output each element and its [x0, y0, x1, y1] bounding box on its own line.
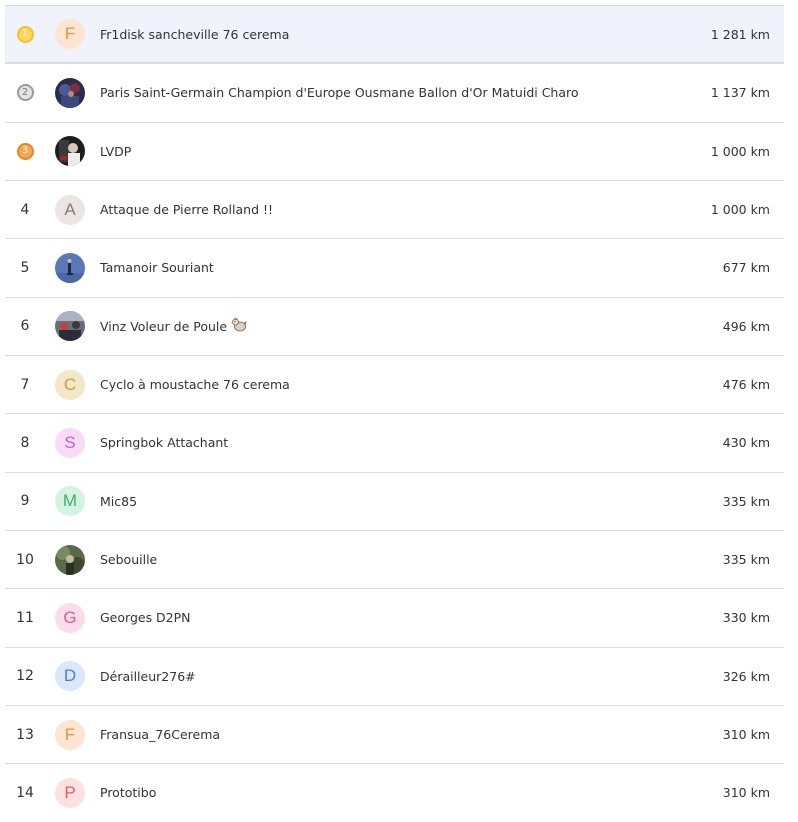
avatar-initial: D: [63, 666, 77, 686]
distance-value: 1 281 km: [710, 26, 770, 42]
leaderboard-row[interactable]: 1 F Fr1disk sancheville 76 cerema 1 281 …: [5, 5, 784, 64]
leaderboard-row[interactable]: 10 Sebouille 335 km: [5, 529, 784, 588]
rank-number: 8: [20, 434, 30, 451]
rank-cell: 2: [13, 64, 37, 121]
athlete-name[interactable]: Attaque de Pierre Rolland !!: [100, 181, 273, 238]
avatar-initial: F: [64, 24, 76, 44]
avatar[interactable]: P: [55, 777, 85, 808]
avatar-photo[interactable]: [55, 252, 85, 283]
rank-number: 2: [21, 86, 29, 98]
leaderboard-row[interactable]: 4 A Attaque de Pierre Rolland !! 1 000 k…: [5, 179, 784, 238]
athlete-name[interactable]: Springbok Attachant: [100, 414, 228, 471]
rank-number: 14: [16, 784, 34, 801]
bronze-medal-icon: 3: [16, 142, 34, 160]
athlete-name[interactable]: Sebouille: [100, 531, 157, 588]
athlete-name[interactable]: Dérailleur276#: [100, 648, 196, 705]
leaderboard-row[interactable]: 11 G Georges D2PN 330 km: [5, 588, 784, 646]
avatar-photo[interactable]: [55, 311, 85, 342]
avatar-photo[interactable]: [55, 544, 85, 575]
avatar-initial: C: [63, 374, 77, 394]
rank-number: 9: [20, 493, 30, 510]
avatar-photo-image: [55, 136, 85, 167]
avatar[interactable]: C: [55, 369, 85, 400]
distance-value: 496 km: [722, 318, 770, 334]
hen-emoji-icon: [231, 317, 247, 335]
athlete-name[interactable]: Vinz Voleur de Poule: [100, 298, 247, 355]
avatar-initial: G: [63, 607, 77, 627]
distance-value: 1 137 km: [710, 85, 770, 101]
leaderboard-row[interactable]: 12 D Dérailleur276# 326 km: [5, 646, 784, 705]
distance-value: 1 000 km: [710, 202, 770, 218]
rank-number: 13: [16, 726, 34, 743]
avatar-initial: A: [64, 199, 76, 219]
avatar[interactable]: F: [55, 19, 85, 50]
distance-value: 1 000 km: [710, 143, 770, 159]
avatar-initial: F: [64, 724, 76, 744]
avatar-initial: M: [62, 491, 78, 511]
silver-medal-icon: 2: [16, 84, 34, 102]
avatar-initial: S: [64, 432, 76, 452]
rank-cell: 3: [13, 123, 37, 180]
avatar-photo-image: [55, 544, 85, 575]
distance-value: 326 km: [722, 668, 770, 684]
avatar-photo-image: [55, 252, 85, 283]
avatar[interactable]: F: [55, 719, 85, 750]
rank-number: 11: [16, 609, 34, 626]
athlete-name[interactable]: Fransua_76Cerema: [100, 706, 220, 763]
avatar-photo[interactable]: [55, 77, 85, 108]
rank-number: 3: [21, 145, 29, 157]
distance-value: 430 km: [722, 435, 770, 451]
leaderboard-row[interactable]: 13 F Fransua_76Cerema 310 km: [5, 704, 784, 763]
athlete-name-text: Vinz Voleur de Poule: [100, 318, 228, 334]
avatar-photo-image: [55, 311, 85, 342]
rank-number: 4: [20, 201, 30, 218]
distance-value: 335 km: [722, 552, 770, 568]
rank-number: 6: [20, 318, 30, 335]
avatar[interactable]: D: [55, 661, 85, 692]
distance-value: 310 km: [722, 727, 770, 743]
avatar[interactable]: G: [55, 602, 85, 633]
distance-value: 330 km: [722, 610, 770, 626]
leaderboard-row[interactable]: 2 Paris Saint-Germain Champion d'Europe …: [5, 63, 784, 121]
distance-value: 677 km: [722, 260, 770, 276]
rank-number: 1: [21, 28, 29, 40]
leaderboard-row[interactable]: 5 Tamanoir Souriant 677 km: [5, 238, 784, 296]
leaderboard-row[interactable]: 3 LVDP 1 000 km: [5, 121, 784, 180]
athlete-name[interactable]: Fr1disk sancheville 76 cerema: [100, 6, 289, 62]
rank-number: 12: [16, 668, 34, 685]
distance-value: 476 km: [722, 377, 770, 393]
leaderboard-row[interactable]: 14 P Prototibo 310 km: [5, 763, 784, 821]
leaderboard-row[interactable]: 6 Vinz Voleur de Poule 496 km: [5, 296, 784, 355]
rank-number: 10: [16, 551, 34, 568]
athlete-name[interactable]: Paris Saint-Germain Champion d'Europe Ou…: [100, 64, 579, 121]
leaderboard-row[interactable]: 9 M Mic85 335 km: [5, 471, 784, 530]
distance-value: 310 km: [722, 785, 770, 801]
rank-number: 7: [20, 376, 30, 393]
avatar-initial: P: [64, 782, 76, 802]
avatar[interactable]: S: [55, 427, 85, 458]
athlete-name[interactable]: Georges D2PN: [100, 589, 191, 646]
athlete-name[interactable]: Tamanoir Souriant: [100, 239, 214, 296]
athlete-name[interactable]: Mic85: [100, 473, 137, 530]
avatar[interactable]: A: [55, 194, 85, 225]
distance-value: 335 km: [722, 493, 770, 509]
rank-number: 5: [20, 259, 30, 276]
athlete-name[interactable]: LVDP: [100, 123, 131, 180]
avatar-photo[interactable]: [55, 136, 85, 167]
avatar-photo-image: [55, 77, 85, 108]
gold-medal-icon: 1: [16, 25, 34, 43]
leaderboard: 1 F Fr1disk sancheville 76 cerema 1 281 …: [5, 5, 784, 822]
athlete-name[interactable]: Cyclo à moustache 76 cerema: [100, 356, 290, 413]
athlete-name[interactable]: Prototibo: [100, 764, 156, 821]
leaderboard-row[interactable]: 7 C Cyclo à moustache 76 cerema 476 km: [5, 354, 784, 413]
avatar[interactable]: M: [55, 486, 85, 517]
rank-cell: 1: [13, 6, 37, 62]
leaderboard-row[interactable]: 8 S Springbok Attachant 430 km: [5, 413, 784, 471]
